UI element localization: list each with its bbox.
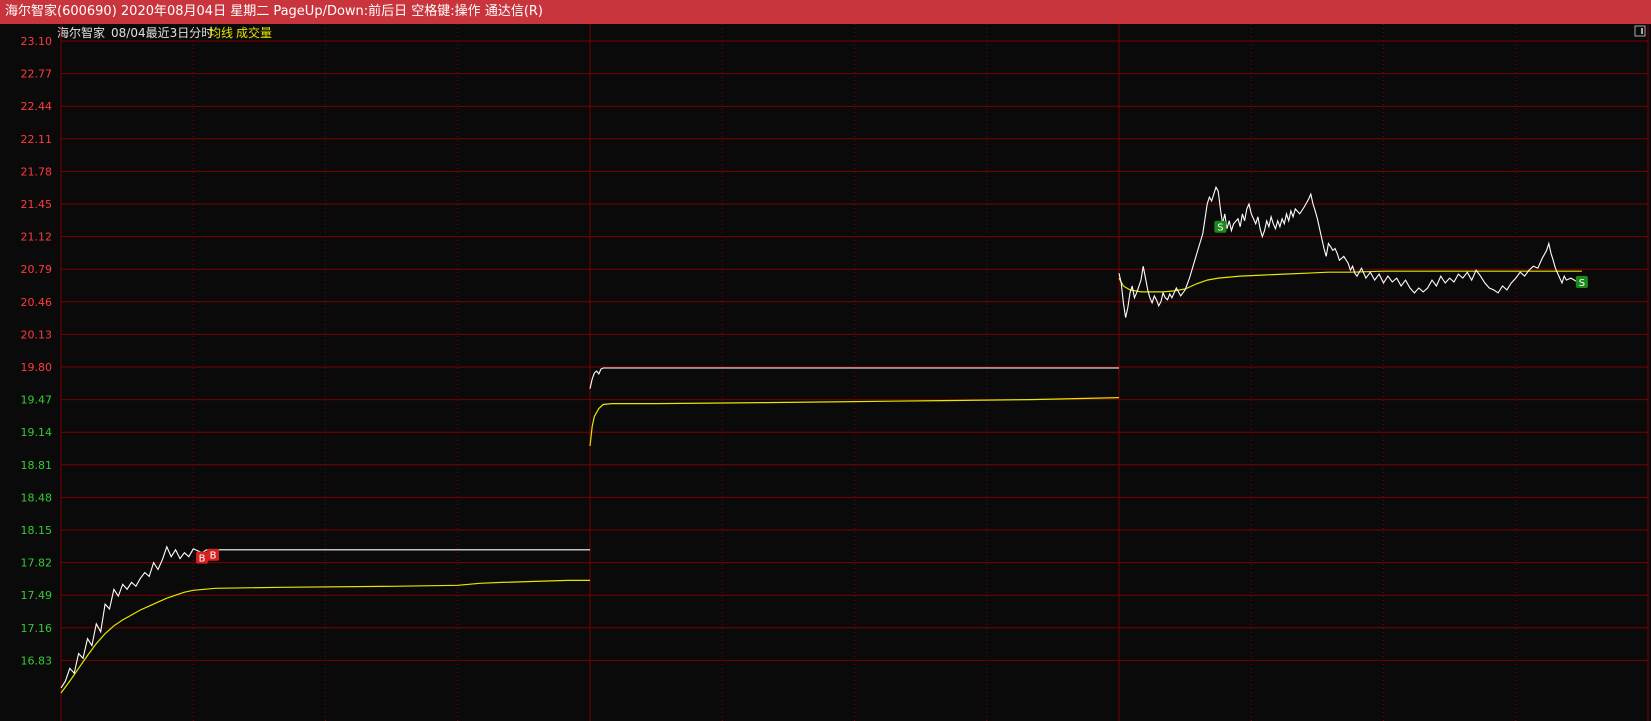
y-tick-label: 19.14 [21,426,53,439]
signal-label: S [1579,278,1585,289]
y-tick-label: 18.81 [21,459,53,472]
price-line-day-1 [60,545,590,689]
y-tick-label: 21.78 [21,165,53,178]
y-tick-label: 20.79 [21,263,53,276]
price-lines [60,185,1583,694]
signal-label: B [199,554,206,565]
y-tick-label: 20.13 [21,328,53,341]
y-tick-label: 17.16 [21,622,53,635]
price-line-day-2 [589,367,1119,389]
price-line-day-3 [1118,185,1583,318]
y-tick-label: 21.12 [21,231,53,244]
signal-label: S [1217,223,1223,234]
price-axis: 23.10 22.77 22.44 22.11 21.78 21.45 21.12 20.79… [21,35,53,667]
y-tick-label: 19.80 [21,361,53,374]
y-tick-label: 18.48 [21,491,53,504]
sell-marker: S [1214,220,1227,234]
signal-markers: B B S S [196,220,1588,565]
y-tick-label: 16.83 [21,654,53,667]
y-tick-label: 22.44 [21,100,53,113]
chart-grid [60,24,1649,721]
y-tick-label: 22.11 [21,133,53,146]
y-tick-label: 17.49 [21,589,53,602]
y-tick-label: 18.15 [21,524,53,537]
signal-label: B [210,551,217,562]
buy-marker: B [207,548,220,562]
toggle-panel-icon[interactable] [1634,25,1646,37]
window-title: 海尔智家(600690) 2020年08月04日 星期二 PageUp/Down… [5,4,543,19]
y-tick-label: 21.45 [21,198,53,211]
sell-marker: S [1575,276,1588,289]
y-tick-label: 22.77 [21,68,53,81]
buy-marker: B [196,551,209,565]
intraday-chart[interactable]: 23.10 22.77 22.44 22.11 21.78 21.45 21.12 20.79… [0,24,1651,721]
y-tick-label: 23.10 [21,35,53,48]
window-title-bar: 海尔智家(600690) 2020年08月04日 星期二 PageUp/Down… [0,0,1651,24]
y-tick-label: 20.46 [21,296,53,309]
y-tick-label: 19.47 [21,394,53,407]
y-tick-label: 17.82 [21,557,53,570]
